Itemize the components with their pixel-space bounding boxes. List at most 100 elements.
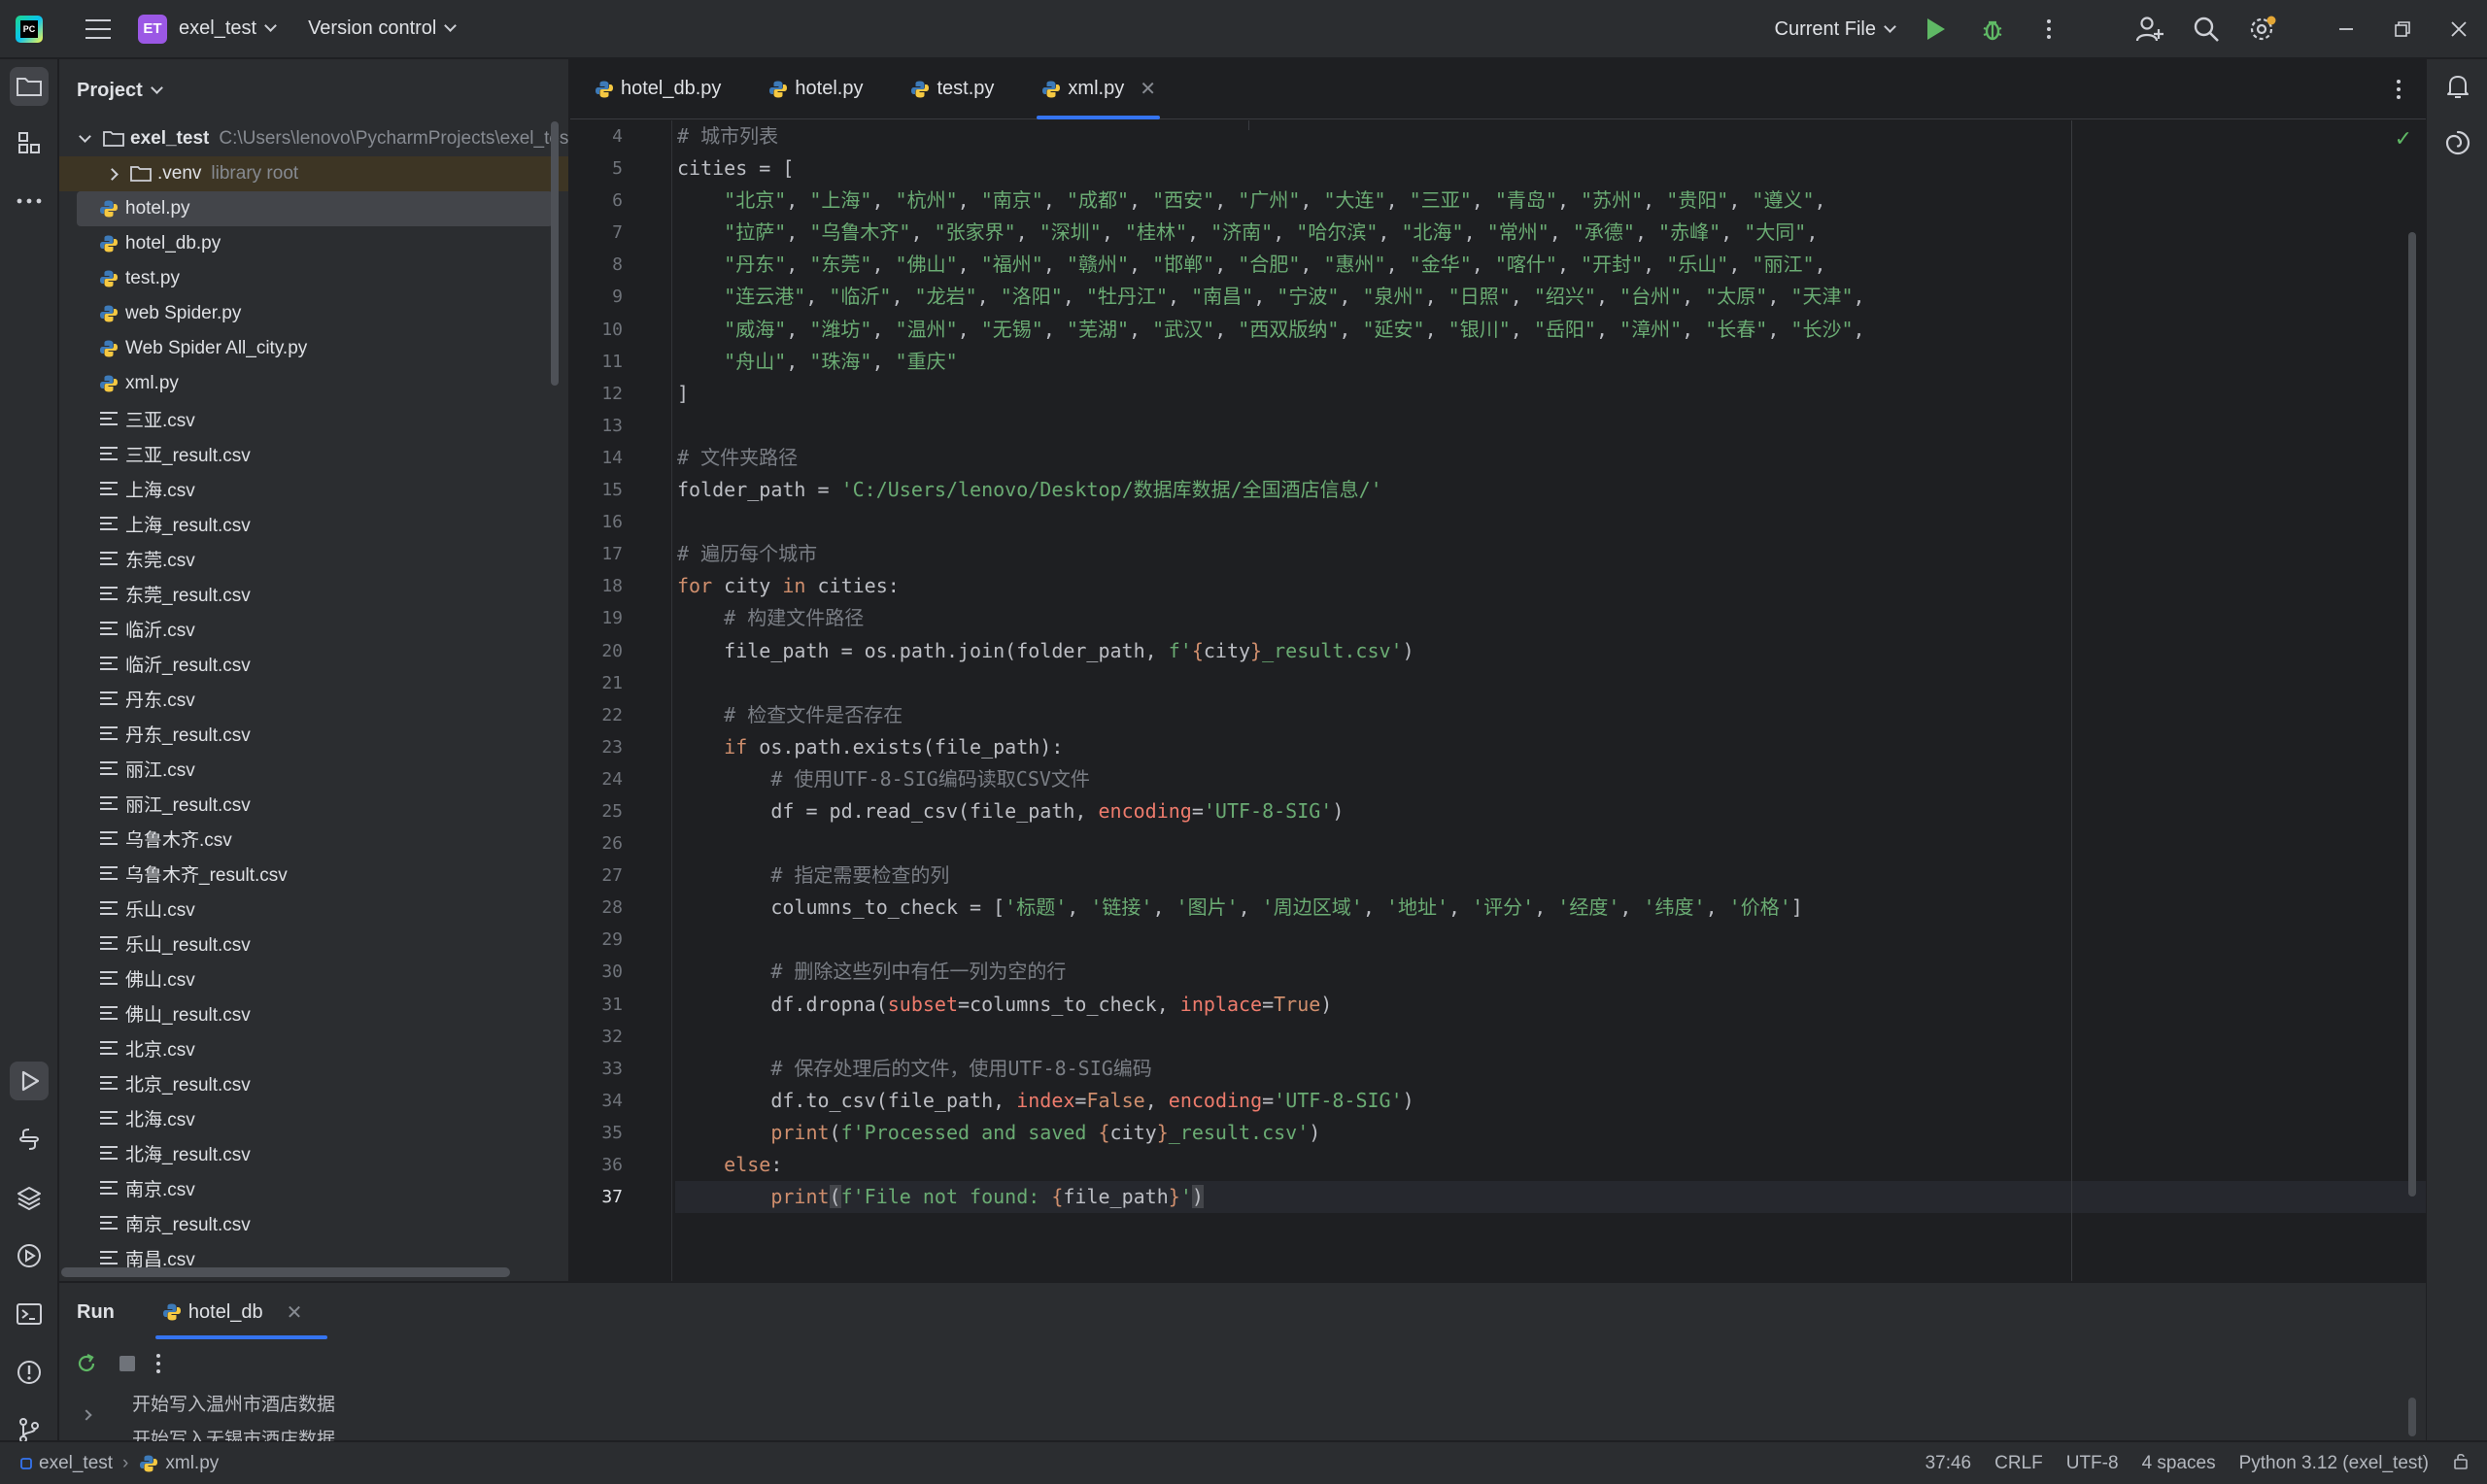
line-number[interactable]: 17: [570, 538, 671, 570]
line-number[interactable]: 28: [570, 892, 671, 924]
tree-file-csv[interactable]: 乌鲁木齐_result.csv: [59, 856, 568, 891]
line-number[interactable]: 24: [570, 763, 671, 795]
line-number[interactable]: 22: [570, 699, 671, 731]
restore-button[interactable]: [2374, 0, 2431, 58]
layers-tool-button[interactable]: [10, 1178, 49, 1217]
line-number[interactable]: 23: [570, 731, 671, 763]
line-number[interactable]: 37: [570, 1181, 671, 1213]
line-number[interactable]: 8: [570, 249, 671, 281]
line-number[interactable]: 34: [570, 1085, 671, 1117]
tree-file-csv[interactable]: 上海_result.csv: [59, 506, 568, 541]
tree-file-csv[interactable]: 三亚.csv: [59, 401, 568, 436]
more-icon[interactable]: [156, 1354, 160, 1373]
expand-arrow-icon[interactable]: [79, 130, 91, 143]
tree-file-python[interactable]: xml.py: [59, 366, 568, 401]
tree-file-csv[interactable]: 南京.csv: [59, 1170, 568, 1205]
stop-icon[interactable]: [118, 1354, 137, 1373]
python-interpreter[interactable]: Python 3.12 (exel_test): [2239, 1453, 2429, 1474]
tree-file-python[interactable]: hotel_db.py: [59, 226, 568, 261]
lock-icon[interactable]: [2452, 1452, 2470, 1475]
services-tool-button[interactable]: [10, 1236, 49, 1275]
search-everywhere-button[interactable]: [2178, 0, 2234, 58]
line-number[interactable]: 12: [570, 378, 671, 410]
tree-file-csv[interactable]: 乐山.csv: [59, 891, 568, 926]
project-badge[interactable]: ET: [138, 14, 167, 44]
line-number[interactable]: 15: [570, 474, 671, 506]
line-number[interactable]: 11: [570, 346, 671, 378]
line-number[interactable]: 20: [570, 635, 671, 667]
line-number[interactable]: 19: [570, 602, 671, 634]
tree-file-csv[interactable]: 丹东_result.csv: [59, 716, 568, 751]
ai-assistant-button[interactable]: [2438, 123, 2477, 162]
tab-options-button[interactable]: [2379, 59, 2418, 119]
rerun-icon[interactable]: [75, 1352, 98, 1375]
line-number[interactable]: 36: [570, 1149, 671, 1181]
chevron-right-icon[interactable]: [81, 1409, 92, 1421]
line-number[interactable]: 27: [570, 860, 671, 892]
tree-file-csv[interactable]: 北海_result.csv: [59, 1135, 568, 1170]
tree-file-csv[interactable]: 佛山_result.csv: [59, 995, 568, 1030]
line-number[interactable]: 14: [570, 442, 671, 474]
run-tab-hotel-db[interactable]: hotel_db ✕: [154, 1283, 327, 1341]
python-packages-button[interactable]: [10, 1120, 49, 1159]
breadcrumb-project[interactable]: exel_test: [39, 1453, 113, 1474]
indent-setting[interactable]: 4 spaces: [2142, 1453, 2216, 1474]
tree-file-csv[interactable]: 丹东.csv: [59, 681, 568, 716]
tree-file-csv[interactable]: 三亚_result.csv: [59, 436, 568, 471]
line-number[interactable]: 29: [570, 924, 671, 956]
tree-file-csv[interactable]: 丽江_result.csv: [59, 786, 568, 821]
close-tab-icon[interactable]: ✕: [1140, 77, 1156, 101]
line-number[interactable]: 21: [570, 667, 671, 699]
tab-xml[interactable]: xml.py ✕: [1017, 59, 1179, 119]
tree-file-csv[interactable]: 北京.csv: [59, 1030, 568, 1065]
line-separator[interactable]: CRLF: [1994, 1453, 2043, 1474]
main-menu-icon[interactable]: [85, 18, 111, 39]
structure-tool-button[interactable]: [10, 123, 49, 162]
line-number[interactable]: 9: [570, 281, 671, 313]
breadcrumb-file[interactable]: xml.py: [165, 1453, 219, 1474]
line-number[interactable]: 6: [570, 185, 671, 217]
tree-file-csv[interactable]: 乌鲁木齐.csv: [59, 821, 568, 856]
project-selector[interactable]: exel_test: [167, 0, 277, 58]
line-number[interactable]: 5: [570, 152, 671, 185]
expand-arrow-icon[interactable]: [106, 167, 119, 181]
line-number[interactable]: 35: [570, 1117, 671, 1149]
line-number[interactable]: 4: [570, 120, 671, 152]
tree-file-python[interactable]: web Spider.py: [59, 296, 568, 331]
file-encoding[interactable]: UTF-8: [2066, 1453, 2119, 1474]
project-panel-header[interactable]: Project: [59, 59, 568, 121]
line-number[interactable]: 10: [570, 314, 671, 346]
problems-tool-button[interactable]: [10, 1353, 49, 1392]
vcs-menu[interactable]: Version control: [296, 0, 458, 58]
tree-file-csv[interactable]: 上海.csv: [59, 471, 568, 506]
code-with-me-button[interactable]: [2122, 0, 2178, 58]
code-area[interactable]: # 城市列表 cities = [ "北京", "上海", "杭州", "南京"…: [675, 120, 2426, 1214]
tab-hotel-db[interactable]: hotel_db.py: [570, 59, 744, 119]
line-number[interactable]: 30: [570, 956, 671, 988]
caret-position[interactable]: 37:46: [1925, 1453, 1972, 1474]
line-number[interactable]: 18: [570, 570, 671, 602]
minimize-button[interactable]: [2318, 0, 2374, 58]
line-number[interactable]: 32: [570, 1021, 671, 1053]
tree-file-csv[interactable]: 东莞_result.csv: [59, 576, 568, 611]
line-number[interactable]: 25: [570, 795, 671, 827]
line-number[interactable]: 33: [570, 1053, 671, 1085]
terminal-tool-button[interactable]: [10, 1295, 49, 1333]
line-number[interactable]: 16: [570, 506, 671, 538]
tree-file-csv[interactable]: 佛山.csv: [59, 961, 568, 995]
tree-file-csv[interactable]: 东莞.csv: [59, 541, 568, 576]
close-run-tab-icon[interactable]: ✕: [287, 1300, 303, 1325]
tree-file-csv[interactable]: 丽江.csv: [59, 751, 568, 786]
tree-file-python[interactable]: hotel.py: [77, 191, 553, 226]
no-problems-check-icon[interactable]: ✓: [2395, 126, 2412, 152]
line-number[interactable]: 7: [570, 217, 671, 249]
line-number[interactable]: 13: [570, 410, 671, 442]
tree-file-csv[interactable]: 南京_result.csv: [59, 1205, 568, 1240]
project-tool-button[interactable]: [10, 67, 49, 106]
debug-button[interactable]: [1964, 0, 2021, 58]
line-number[interactable]: 31: [570, 989, 671, 1021]
tree-file-csv[interactable]: 临沂.csv: [59, 611, 568, 646]
close-window-button[interactable]: [2431, 0, 2487, 58]
line-number[interactable]: 26: [570, 827, 671, 860]
tree-file-python[interactable]: test.py: [59, 261, 568, 296]
